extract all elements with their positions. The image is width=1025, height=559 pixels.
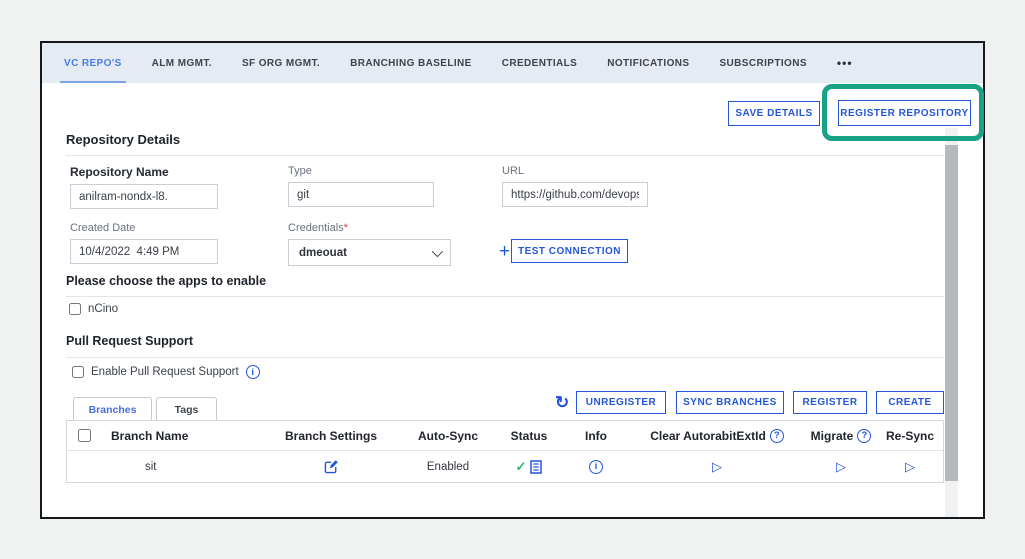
scrollbar-thumb[interactable]	[945, 145, 958, 481]
tab-vc-repos[interactable]: VC REPO'S	[64, 43, 122, 83]
url-input[interactable]	[502, 182, 648, 207]
col-clear-autorabitextid: Clear AutorabitExtId ?	[627, 429, 807, 443]
migrate-cell: ▷	[807, 460, 875, 473]
repository-name-field: Repository Name	[70, 165, 270, 209]
col-info: Info	[565, 429, 627, 443]
branch-settings-cell	[259, 459, 403, 474]
apps-heading: Please choose the apps to enable	[66, 274, 266, 288]
clear-extid-cell: ▷	[627, 460, 807, 473]
tags-tab[interactable]: Tags	[156, 397, 217, 421]
re-sync-run-icon[interactable]: ▷	[905, 460, 915, 473]
edit-icon[interactable]	[324, 459, 339, 474]
top-tab-bar: VC REPO'S ALM MGMT. SF ORG MGMT. BRANCHI…	[42, 43, 983, 83]
branch-name-cell: sit	[101, 461, 259, 473]
credentials-label: Credentials*	[288, 222, 488, 234]
ncino-label: nCino	[88, 303, 118, 315]
refresh-icon[interactable]: ↻	[555, 394, 569, 411]
clear-extid-help-icon[interactable]: ?	[770, 429, 784, 443]
tab-sf-org-mgmt[interactable]: SF ORG MGMT.	[242, 43, 320, 83]
divider	[66, 155, 944, 156]
register-repository-button[interactable]: REGISTER REPOSITORY	[838, 100, 971, 126]
auto-sync-cell: Enabled	[403, 461, 493, 473]
enable-pr-checkbox-row: Enable Pull Request Support i	[72, 365, 260, 379]
vertical-scrollbar[interactable]	[945, 128, 958, 517]
branches-tab[interactable]: Branches	[73, 397, 152, 421]
clear-extid-run-icon[interactable]: ▷	[712, 460, 722, 473]
migrate-help-icon[interactable]: ?	[857, 429, 871, 443]
credentials-select[interactable]: dmeouat	[288, 239, 451, 266]
created-date-field: Created Date	[70, 222, 270, 264]
chevron-down-icon	[432, 245, 443, 256]
type-field: Type	[288, 165, 488, 207]
table-row: sit Enabled ✓	[67, 451, 943, 482]
select-all-checkbox[interactable]	[78, 429, 91, 442]
col-migrate: Migrate ?	[807, 429, 875, 443]
required-asterisk: *	[344, 222, 348, 234]
repository-details-heading: Repository Details	[66, 132, 180, 147]
sync-branches-button[interactable]: SYNC BRANCHES	[676, 391, 784, 414]
created-date-input[interactable]	[70, 239, 218, 264]
tab-branching-baseline[interactable]: BRANCHING BASELINE	[350, 43, 472, 83]
status-log-icon[interactable]	[530, 460, 542, 474]
tab-notifications[interactable]: NOTIFICATIONS	[607, 43, 689, 83]
col-auto-sync: Auto-Sync	[403, 429, 493, 443]
tab-credentials[interactable]: CREDENTIALS	[502, 43, 578, 83]
col-re-sync: Re-Sync	[875, 429, 945, 443]
save-details-button[interactable]: SAVE DETAILS	[728, 101, 820, 126]
col-status: Status	[493, 429, 565, 443]
status-cell: ✓	[493, 460, 565, 474]
credentials-field: Credentials* dmeouat	[288, 222, 488, 266]
repository-name-input[interactable]	[70, 184, 218, 209]
pull-request-heading: Pull Request Support	[66, 334, 193, 348]
branches-table: Branch Name Branch Settings Auto-Sync St…	[66, 420, 944, 483]
migrate-run-icon[interactable]: ▷	[836, 460, 846, 473]
register-button[interactable]: REGISTER	[793, 391, 867, 414]
tab-overflow-menu-icon[interactable]: •••	[837, 43, 853, 83]
enable-pr-checkbox[interactable]	[72, 366, 84, 378]
created-date-label: Created Date	[70, 222, 270, 234]
col-branch-settings: Branch Settings	[259, 429, 403, 443]
enable-pr-label: Enable Pull Request Support	[91, 366, 239, 378]
divider	[66, 357, 944, 358]
add-credentials-icon[interactable]: +	[499, 242, 510, 261]
col-branch-name: Branch Name	[101, 429, 259, 443]
url-label: URL	[502, 165, 702, 177]
repository-name-label: Repository Name	[70, 165, 270, 179]
type-label: Type	[288, 165, 488, 177]
re-sync-cell: ▷	[875, 460, 945, 473]
table-header-row: Branch Name Branch Settings Auto-Sync St…	[67, 421, 943, 451]
vc-repo-panel: VC REPO'S ALM MGMT. SF ORG MGMT. BRANCHI…	[40, 41, 985, 519]
credentials-selected-value: dmeouat	[299, 247, 347, 259]
test-connection-button[interactable]: TEST CONNECTION	[511, 239, 628, 263]
info-cell: i	[565, 460, 627, 474]
url-field: URL	[502, 165, 702, 207]
ncino-checkbox-row: nCino	[69, 303, 118, 315]
ncino-checkbox[interactable]	[69, 303, 81, 315]
unregister-button[interactable]: UNREGISTER	[576, 391, 666, 414]
divider	[66, 296, 944, 297]
tab-alm-mgmt[interactable]: ALM MGMT.	[152, 43, 212, 83]
type-input[interactable]	[288, 182, 434, 207]
status-check-icon: ✓	[516, 460, 527, 473]
pr-info-icon[interactable]: i	[246, 365, 260, 379]
tab-subscriptions[interactable]: SUBSCRIPTIONS	[719, 43, 806, 83]
create-button[interactable]: CREATE	[876, 391, 944, 414]
row-info-icon[interactable]: i	[589, 460, 603, 474]
